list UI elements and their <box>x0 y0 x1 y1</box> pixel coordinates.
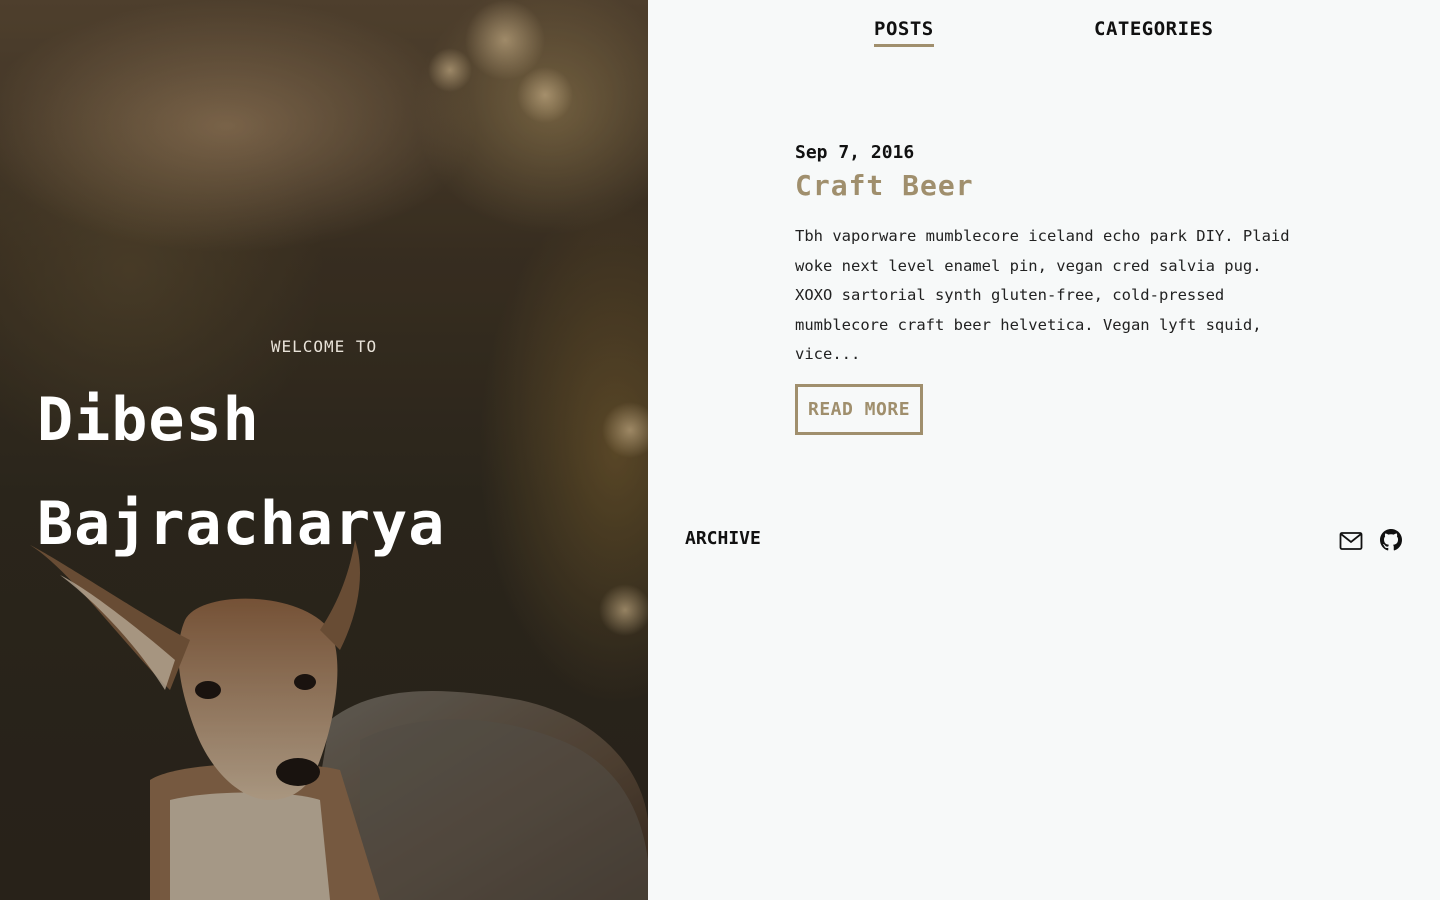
footer: ARCHIVE <box>648 525 1440 561</box>
top-nav: POSTS CATEGORIES <box>648 18 1440 58</box>
github-icon[interactable] <box>1380 529 1404 553</box>
nav-categories[interactable]: CATEGORIES <box>1094 18 1213 44</box>
hero-panel: WELCOME TO Dibesh Bajracharya <box>0 0 648 900</box>
site-title-line2: Bajracharya <box>37 489 446 559</box>
site-title[interactable]: Dibesh Bajracharya <box>37 368 617 576</box>
site-title-line1: Dibesh <box>37 385 260 455</box>
post-date: Sep 7, 2016 <box>795 142 915 163</box>
archive-link[interactable]: ARCHIVE <box>685 528 761 549</box>
post-title[interactable]: Craft Beer <box>795 169 1315 202</box>
post-card: Sep 7, 2016 Craft Beer Tbh vaporware mum… <box>795 142 1315 435</box>
mail-icon[interactable] <box>1338 529 1363 553</box>
social-icons <box>1338 529 1404 553</box>
main-content: POSTS CATEGORIES Sep 7, 2016 Craft Beer … <box>648 0 1440 900</box>
read-more-button[interactable]: READ MORE <box>795 383 924 435</box>
nav-posts[interactable]: POSTS <box>874 18 934 47</box>
post-excerpt: Tbh vaporware mumblecore iceland echo pa… <box>795 227 1290 363</box>
welcome-text: WELCOME TO <box>270 337 378 356</box>
